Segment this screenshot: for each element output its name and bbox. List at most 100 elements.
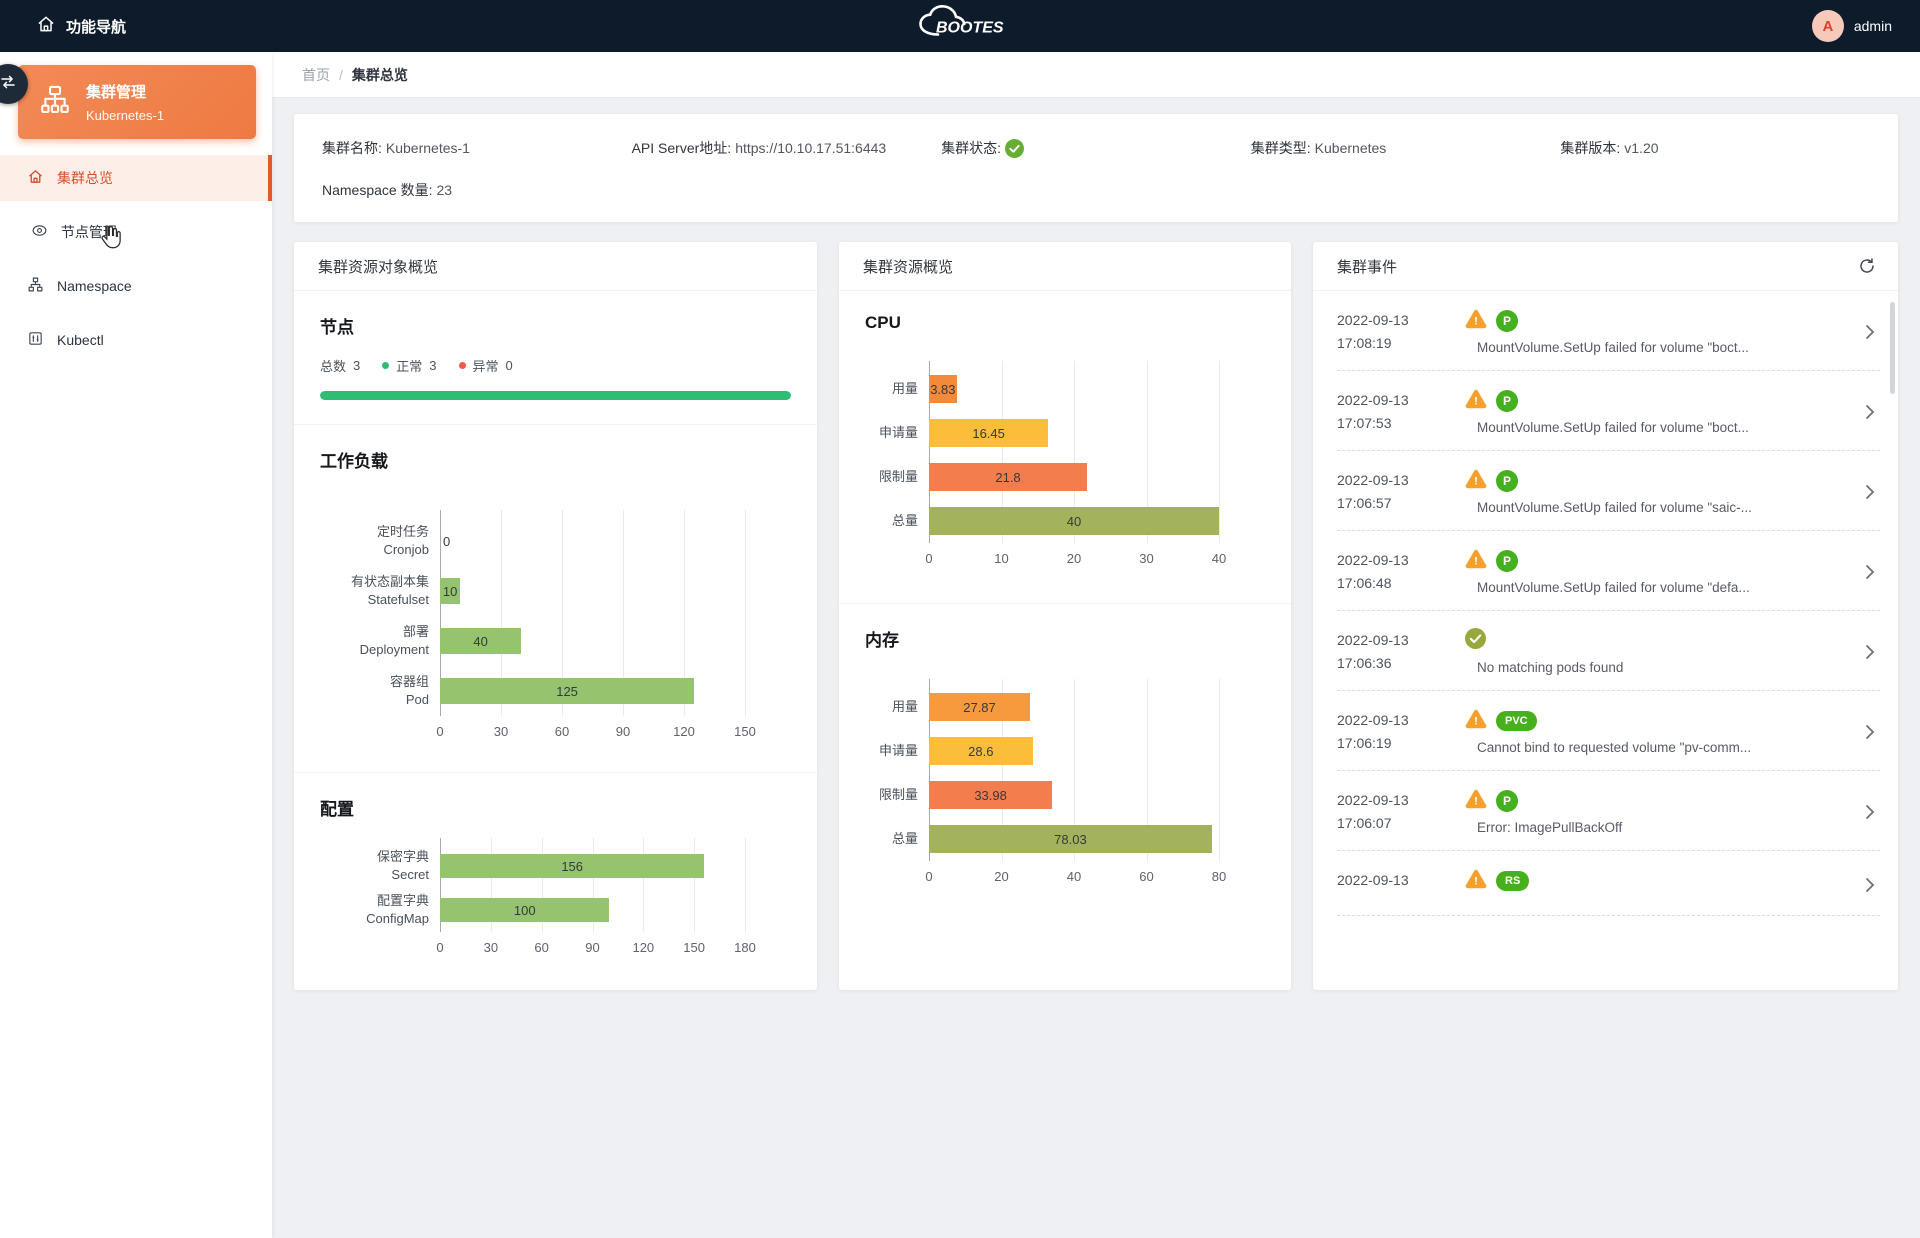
axis-tick: 80: [1212, 869, 1226, 884]
chevron-right-icon[interactable]: [1844, 709, 1880, 755]
bar-value-label: 156: [561, 859, 583, 874]
cluster-card-subtitle: Kubernetes-1: [86, 108, 164, 123]
refresh-button[interactable]: [1858, 257, 1876, 275]
home-icon: [27, 168, 44, 188]
node-progress-bar: [320, 391, 791, 400]
bar-value-label: 40: [1067, 514, 1081, 529]
bar-value-label: 21.8: [995, 470, 1020, 485]
event-time: 17:06:07: [1337, 812, 1465, 835]
breadcrumb-separator: /: [339, 67, 343, 83]
cpu-chart: 用量申请量限制量总量3.8316.4521.840010203040: [865, 367, 1265, 569]
cluster-card[interactable]: 集群管理 Kubernetes-1: [18, 65, 256, 139]
event-item[interactable]: 2022-09-1317:06:07!PError: ImagePullBack…: [1337, 771, 1880, 851]
home-icon: [36, 14, 56, 38]
sidebar-item-kubectl[interactable]: Kubectl: [0, 317, 272, 363]
axis-tick: 120: [632, 940, 654, 955]
axis-tick: 0: [925, 551, 932, 566]
content-area: 集群名称: Kubernetes-1 API Server地址: https:/…: [272, 98, 1920, 1238]
sidebar-item-label: 集群总览: [57, 168, 113, 188]
svg-text:!: !: [1474, 395, 1478, 407]
bar-value-label: 27.87: [963, 700, 996, 715]
x-axis: 0306090120150: [440, 716, 745, 742]
event-message: No matching pods found: [1477, 660, 1844, 675]
axis-tick: 40: [1212, 551, 1226, 566]
axis-category-label: 限制量: [865, 455, 929, 499]
nav-menu-button[interactable]: 功能导航: [0, 14, 126, 38]
workload-section: 工作负载 定时任务Cronjob有状态副本集Statefulset部署Deplo…: [294, 424, 817, 772]
bar-chart: 定时任务Cronjob有状态副本集Statefulset部署Deployment…: [320, 516, 791, 742]
warning-icon: !: [1465, 549, 1487, 574]
bar-value-label: 28.6: [968, 744, 993, 759]
chart-row: 125: [440, 666, 745, 716]
resource-kind-badge: P: [1496, 470, 1518, 492]
svg-text:!: !: [1474, 795, 1478, 807]
legend-normal: 正常 3: [382, 356, 436, 375]
resource-kind-badge: P: [1496, 310, 1518, 332]
sidebar-item-label: 节点管理: [61, 222, 117, 242]
event-item[interactable]: 2022-09-1317:08:19!PMountVolume.SetUp fa…: [1337, 291, 1880, 371]
event-item[interactable]: 2022-09-1317:06:36 No matching pods found: [1337, 611, 1880, 691]
chart-row: 28.6: [929, 729, 1219, 773]
warning-icon: !: [1465, 309, 1487, 334]
chevron-right-icon[interactable]: [1844, 789, 1880, 835]
memory-heading: 内存: [865, 626, 1265, 651]
axis-category-label: 部署Deployment: [320, 616, 440, 666]
event-item[interactable]: 2022-09-13!RS: [1337, 851, 1880, 916]
api-server-field: API Server地址: https://10.10.17.51:6443: [632, 138, 942, 158]
bar-value-label: 0: [443, 534, 450, 549]
bar: 27.87: [929, 693, 1030, 721]
axis-tick: 20: [994, 869, 1008, 884]
top-header: 功能导航 BOOTES A admin: [0, 0, 1920, 52]
bar: 21.8: [929, 463, 1087, 491]
x-axis: 020406080: [929, 861, 1219, 887]
axis-tick: 60: [555, 724, 569, 739]
event-message: Error: ImagePullBackOff: [1477, 820, 1844, 835]
node-heading: 节点: [320, 313, 791, 338]
bar: 3.83: [929, 375, 957, 403]
legend-total: 总数 3: [320, 356, 360, 375]
event-item[interactable]: 2022-09-1317:06:48!PMountVolume.SetUp fa…: [1337, 531, 1880, 611]
chevron-right-icon[interactable]: [1844, 549, 1880, 595]
bar: 78.03: [929, 825, 1212, 853]
resources-panel: 集群资源概览 CPU 用量申请量限制量总量3.8316.4521.8400102…: [839, 242, 1291, 990]
chart-row: 10: [440, 566, 745, 616]
event-date: 2022-09-13: [1337, 389, 1465, 412]
resource-kind-badge: PVC: [1496, 711, 1537, 731]
event-datetime: 2022-09-1317:06:36: [1337, 629, 1465, 675]
chevron-right-icon[interactable]: [1844, 469, 1880, 515]
axis-category-label: 保密字典Secret: [320, 844, 440, 888]
chevron-right-icon[interactable]: [1844, 309, 1880, 355]
warning-icon: !: [1465, 709, 1487, 734]
config-section: 配置 保密字典Secret配置字典ConfigMap15610003060901…: [294, 772, 817, 982]
sidebar-item-label: Kubectl: [57, 332, 104, 348]
sidebar-item-node-management[interactable]: 节点管理: [0, 209, 272, 255]
bar-value-label: 10: [443, 584, 457, 599]
chevron-right-icon[interactable]: [1844, 869, 1880, 900]
node-section: 节点 总数 3 正常 3: [294, 291, 817, 424]
chart-row: 0: [440, 516, 745, 566]
swap-arrows-icon: [0, 73, 17, 96]
sidebar-menu: 集群总览 节点管理 Namespace: [0, 155, 272, 363]
user-menu[interactable]: A admin: [1812, 0, 1892, 52]
events-list: 2022-09-1317:08:19!PMountVolume.SetUp fa…: [1313, 291, 1898, 916]
event-item[interactable]: 2022-09-1317:07:53!PMountVolume.SetUp fa…: [1337, 371, 1880, 451]
breadcrumb-home[interactable]: 首页: [302, 65, 330, 85]
chart-plot-area: 0 10 40 1250306090120150: [440, 516, 791, 742]
event-item[interactable]: 2022-09-1317:06:19!PVCCannot bind to req…: [1337, 691, 1880, 771]
sidebar-item-namespace[interactable]: Namespace: [0, 263, 272, 309]
sidebar-item-cluster-overview[interactable]: 集群总览: [0, 155, 272, 201]
event-item[interactable]: 2022-09-1317:06:57!PMountVolume.SetUp fa…: [1337, 451, 1880, 531]
bar-value-label: 40: [473, 634, 487, 649]
chevron-right-icon[interactable]: [1844, 629, 1880, 675]
event-datetime: 2022-09-1317:06:57: [1337, 469, 1465, 515]
bar: 40: [440, 628, 521, 654]
axis-category-label: 总量: [865, 817, 929, 861]
resource-kind-badge: P: [1496, 790, 1518, 812]
event-datetime: 2022-09-1317:06:19: [1337, 709, 1465, 755]
chart-row: 16.45: [929, 411, 1219, 455]
chevron-right-icon[interactable]: [1844, 389, 1880, 435]
terminal-icon: [27, 330, 44, 350]
scrollbar-thumb[interactable]: [1890, 302, 1895, 394]
success-check-icon: [1465, 628, 1486, 654]
green-dot-icon: [382, 362, 389, 369]
